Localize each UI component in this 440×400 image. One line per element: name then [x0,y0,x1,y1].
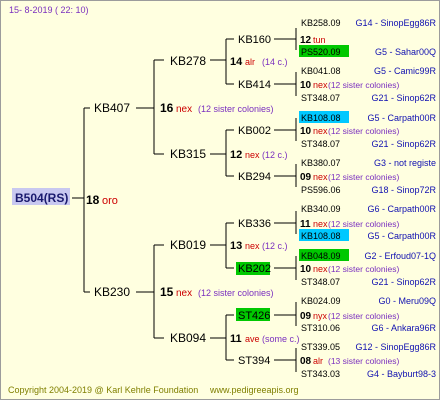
gen4-code: KB258.09 [301,18,341,28]
gen3-code: KB160 [238,34,271,46]
gen4-info: G5 - Sahar00Q [375,47,436,57]
gen3-code: KB336 [238,218,271,230]
gen3-race: nyx [313,311,328,321]
gen2-race: nex [245,241,260,251]
gen3-note: (12 sister colonies) [328,264,400,274]
gen4-code: ST348.07 [301,93,340,103]
gen4-info: G21 - Sinop62R [371,93,436,103]
gen4-code: KB048.09 [301,251,341,261]
gen1-year: 16 [160,101,174,115]
pedigree-tree: 15- 8-2019 ( 22: 10) B504(RS) 18 oro KB4… [0,0,440,400]
gen2-code: KB094 [170,331,206,345]
gen2-note: (12 c.) [262,241,288,251]
gen2-node: KB019 13 nex (12 c.) [170,238,288,252]
gen4-info: G21 - Sinop62R [371,277,436,287]
gen4-code: PS596.06 [301,185,341,195]
gen4-code: KB340.09 [301,204,341,214]
gen4-code: KB041.08 [301,66,341,76]
gen2-node: KB315 12 nex (12 c.) [170,147,288,161]
gen4-code: KB108.08 [301,113,341,123]
gen4-info: G18 - Sinop72R [371,185,436,195]
gen4-info: G3 - not registe [374,158,436,168]
gen2-race: nex [245,150,260,160]
gen4-info: G4 - Bayburt98-3 [367,369,436,379]
gen4-info: G5 - Carpath00R [367,113,436,123]
gen4-info: G14 - SinopEgg86R [355,18,436,28]
gen4-info: G6 - Ankara96R [371,323,436,333]
gen3-race: nex [313,126,328,136]
gen4-info: G21 - Sinop62R [371,139,436,149]
gen2-year: 14 [230,56,243,68]
gen3-code: KB002 [238,125,271,137]
gen2-year: 11 [230,333,242,345]
gen3-year: 11 [300,219,311,230]
gen2-note: (12 c.) [262,150,288,160]
gen3-note: (12 sister colonies) [328,311,400,321]
gen4-code: KB108.08 [301,231,341,241]
gen2-node: KB094 11 ave (some c.) [170,331,300,345]
header-date: 15- 8-2019 ( 22: 10) [9,5,89,15]
gen2-note: (14 c.) [262,57,288,67]
gen3-race: alr [313,356,323,366]
gen3-code: ST394 [238,355,270,367]
gen3-year: 09 [300,311,312,322]
gen2-year: 12 [230,149,242,161]
gen1-note: (12 sister colonies) [198,104,274,114]
gen1-code: KB407 [94,101,130,115]
gen3-code: KB202 [238,263,271,275]
gen1-race: nex [176,104,192,115]
gen3-note: (12 sister colonies) [328,126,400,136]
gen3-year: 10 [300,80,312,91]
gen4-code: ST343.03 [301,369,340,379]
gen4-code: ST348.07 [301,139,340,149]
gen1-race: nex [176,288,192,299]
gen3-year: 10 [300,264,312,275]
gen4-info: G2 - Erfoud07-1Q [364,251,436,261]
gen4-info: G5 - Camic99R [374,66,437,76]
gen3-code: KB414 [238,79,271,91]
gen4-info: G12 - SinopEgg86R [355,342,436,352]
gen2-note: (some c.) [262,334,300,344]
gen3-race: nex [313,264,328,274]
gen3-year: 08 [300,356,312,367]
gen2-code: KB315 [170,147,206,161]
gen1-year: 15 [160,285,174,299]
gen3-note: (13 sister colonies) [328,356,400,366]
root-race: oro [102,195,118,207]
gen2-code: KB278 [170,54,206,68]
gen2-race: ave [245,334,260,344]
gen3-code: KB294 [238,171,271,183]
gen3-code: ST426 [238,310,270,322]
gen4-info: G0 - Meru09Q [378,296,436,306]
gen3-year: 10 [300,126,312,137]
gen3-note: (12 sister colonies) [328,172,400,182]
gen4-code: ST339.05 [301,342,340,352]
gen4-code: PS520.09 [301,47,341,57]
gen3-note: (12 sister colonies) [328,219,400,229]
gen3-note: (12 sister colonies) [328,80,400,90]
gen4-code: KB380.07 [301,158,341,168]
gen3-race: nex [313,172,328,182]
footer-copyright: Copyright 2004-2019 @ Karl Kehrle Founda… [8,385,198,395]
gen4-info: G6 - Carpath00R [367,204,436,214]
gen4-code: ST348.07 [301,277,340,287]
gen4-code: ST310.06 [301,323,340,333]
gen4-info: G5 - Carpath00R [367,231,436,241]
footer-website-link[interactable]: www.pedigreeapis.org [209,385,299,395]
gen2-node: KB278 14 alr (14 c.) [170,54,288,68]
gen3-race: tun [313,35,326,45]
gen3-race: nex [313,219,328,229]
gen2-race: alr [245,57,255,67]
gen3-year: 09 [300,172,312,183]
gen2-year: 13 [230,240,242,252]
root-year: 18 [86,193,100,207]
gen2-code: KB019 [170,238,206,252]
root-code: B504(RS) [15,191,68,205]
gen1-note: (12 sister colonies) [198,288,274,298]
gen4-code: KB024.09 [301,296,341,306]
gen1-code: KB230 [94,285,130,299]
gen3-year: 12 [300,35,312,46]
gen3-race: nex [313,80,328,90]
